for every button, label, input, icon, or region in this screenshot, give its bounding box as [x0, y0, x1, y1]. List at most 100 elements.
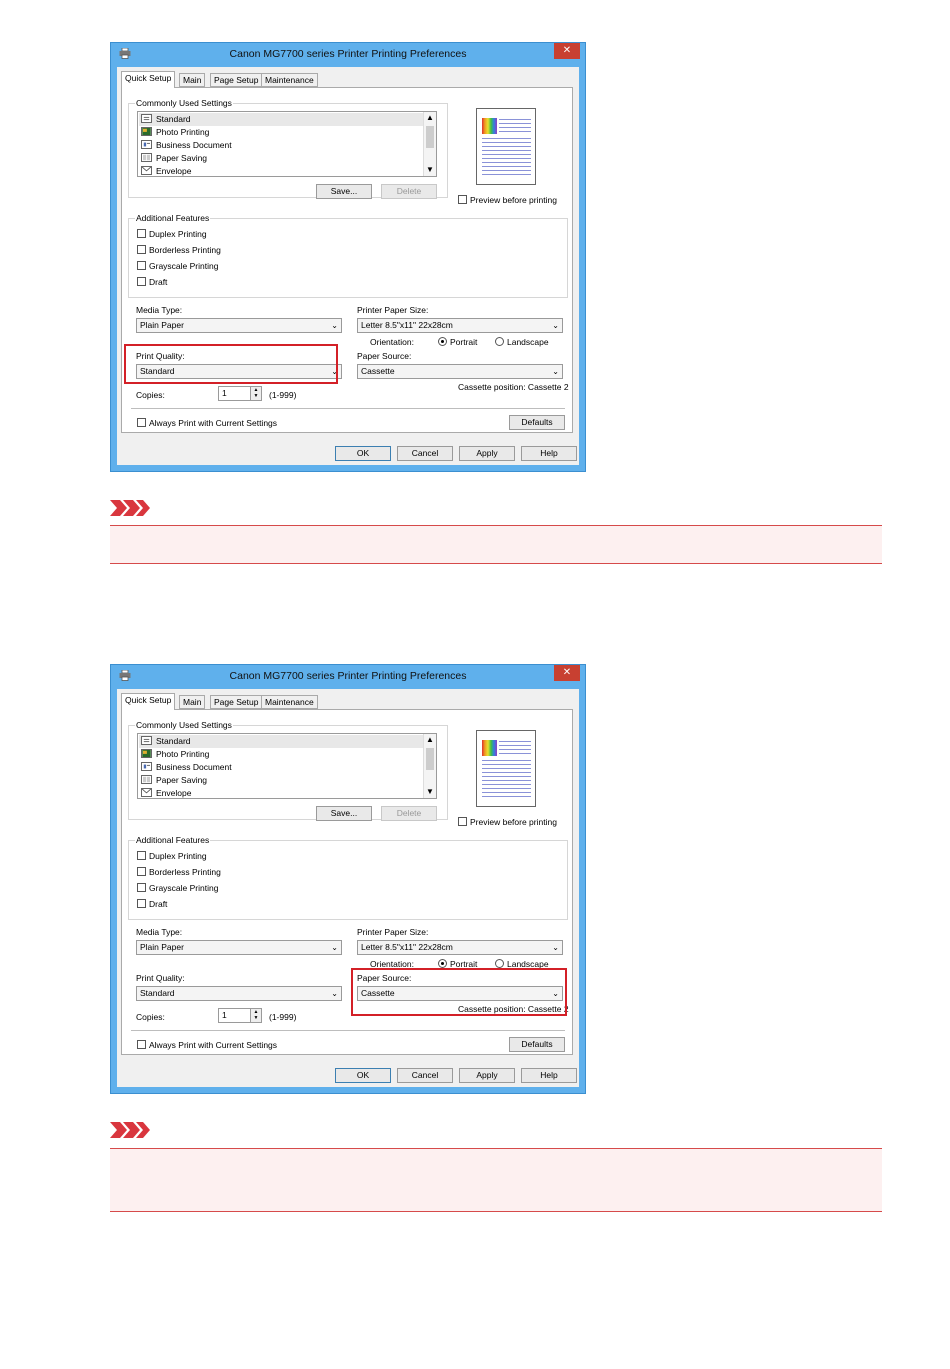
printing-preferences-dialog-2: Canon MG7700 series Printer Printing Pre… [110, 664, 586, 1094]
list-item[interactable]: Paper Saving [141, 152, 207, 165]
list-item[interactable]: Standard [139, 113, 424, 126]
apply-button[interactable]: Apply [459, 446, 515, 461]
scroll-down-arrow-icon[interactable]: ▼ [424, 164, 436, 176]
copies-stepper[interactable]: 1 ▲ ▼ [218, 1008, 262, 1023]
spin-arrows-icon: ▲ ▼ [250, 387, 261, 400]
help-button[interactable]: Help [521, 1068, 577, 1083]
cassette-position-text: Cassette position: Cassette 2 [458, 382, 569, 392]
scroll-down-arrow-icon[interactable]: ▼ [424, 786, 436, 798]
media-type-label: Media Type: [136, 305, 183, 315]
printer-paper-size-select[interactable]: Letter 8.5"x11" 22x28cm ⌄ [357, 940, 563, 955]
list-item[interactable]: Photo Printing [141, 748, 209, 761]
delete-button[interactable]: Delete [381, 184, 437, 199]
media-type-select[interactable]: Plain Paper ⌄ [136, 940, 342, 955]
scroll-up-arrow-icon[interactable]: ▲ [424, 734, 436, 746]
tab-maintenance[interactable]: Maintenance [261, 73, 318, 87]
tab-page-setup[interactable]: Page Setup [210, 695, 263, 709]
landscape-radio[interactable]: Landscape [495, 337, 549, 347]
preview-checkbox[interactable]: Preview before printing [458, 817, 557, 827]
ok-button[interactable]: OK [335, 1068, 391, 1083]
print-quality-highlight [124, 344, 338, 384]
always-print-checkbox[interactable]: Always Print with Current Settings [137, 418, 277, 428]
help-button[interactable]: Help [521, 446, 577, 461]
printer-paper-size-select[interactable]: Letter 8.5"x11" 22x28cm ⌄ [357, 318, 563, 333]
tab-page-setup[interactable]: Page Setup [210, 73, 263, 87]
checkbox-label: Duplex Printing [149, 229, 207, 239]
grayscale-printing-checkbox[interactable]: Grayscale Printing [137, 883, 218, 893]
scrollbar[interactable]: ▲ ▼ [423, 734, 436, 798]
dialog-title: Canon MG7700 series Printer Printing Pre… [229, 48, 467, 60]
list-item[interactable]: Photo Printing [141, 126, 209, 139]
paper-source-select[interactable]: Cassette ⌄ [357, 364, 563, 379]
checkbox-label: Borderless Printing [149, 867, 221, 877]
list-item[interactable]: Standard [139, 735, 424, 748]
borderless-printing-checkbox[interactable]: Borderless Printing [137, 867, 221, 877]
checkbox-label: Always Print with Current Settings [149, 418, 278, 428]
print-quality-label: Print Quality: [136, 973, 185, 983]
divider [131, 408, 565, 409]
print-quality-select[interactable]: Standard ⌄ [136, 986, 342, 1001]
save-button[interactable]: Save... [316, 806, 372, 821]
printer-paper-size-label: Printer Paper Size: [357, 927, 429, 937]
cancel-button[interactable]: Cancel [397, 446, 453, 461]
group-title: Commonly Used Settings [135, 720, 233, 730]
list-item[interactable]: Envelope [141, 787, 191, 798]
list-item[interactable]: Paper Saving [141, 774, 207, 787]
copies-label: Copies: [136, 1012, 165, 1022]
envelope-icon [141, 166, 152, 175]
list-item-label: Paper Saving [156, 775, 208, 785]
apply-button[interactable]: Apply [459, 1068, 515, 1083]
save-button[interactable]: Save... [316, 184, 372, 199]
delete-button[interactable]: Delete [381, 806, 437, 821]
cancel-button[interactable]: Cancel [397, 1068, 453, 1083]
title-bar[interactable]: Canon MG7700 series Printer Printing Pre… [111, 665, 585, 687]
always-print-checkbox[interactable]: Always Print with Current Settings [137, 1040, 277, 1050]
tab-main[interactable]: Main [179, 695, 206, 709]
borderless-printing-checkbox[interactable]: Borderless Printing [137, 245, 221, 255]
checkbox-label: Borderless Printing [149, 245, 221, 255]
radio-label: Portrait [450, 337, 478, 347]
scroll-thumb[interactable] [426, 126, 434, 148]
tab-main[interactable]: Main [179, 73, 206, 87]
duplex-printing-checkbox[interactable]: Duplex Printing [137, 851, 207, 861]
scroll-thumb[interactable] [426, 748, 434, 770]
scrollbar[interactable]: ▲ ▼ [423, 112, 436, 176]
defaults-button[interactable]: Defaults [509, 415, 565, 430]
list-item-label: Photo Printing [156, 127, 210, 137]
list-item[interactable]: Business Document [141, 139, 232, 152]
checkbox-label: Always Print with Current Settings [149, 1040, 278, 1050]
grayscale-printing-checkbox[interactable]: Grayscale Printing [137, 261, 218, 271]
settings-list[interactable]: Standard Photo Printing Business Documen… [137, 733, 437, 799]
list-item[interactable]: Envelope [141, 165, 191, 176]
preview-checkbox[interactable]: Preview before printing [458, 195, 557, 205]
checkbox-label: Grayscale Printing [149, 261, 219, 271]
draft-checkbox[interactable]: Draft [137, 277, 167, 287]
defaults-button[interactable]: Defaults [509, 1037, 565, 1052]
duplex-printing-checkbox[interactable]: Duplex Printing [137, 229, 207, 239]
draft-checkbox[interactable]: Draft [137, 899, 167, 909]
scroll-up-arrow-icon[interactable]: ▲ [424, 112, 436, 124]
chevron-down-icon: ⌄ [552, 367, 559, 376]
copies-stepper[interactable]: 1 ▲ ▼ [218, 386, 262, 401]
settings-list[interactable]: Standard Photo Printing Business Documen… [137, 111, 437, 177]
commonly-used-settings-group: Commonly Used Settings Standard Photo Pr… [128, 98, 448, 199]
list-item[interactable]: Business Document [141, 761, 232, 774]
checkbox-box[interactable] [458, 817, 467, 826]
tab-quick-setup[interactable]: Quick Setup [121, 71, 176, 88]
portrait-radio[interactable]: Portrait [438, 337, 477, 347]
list-item-label: Business Document [156, 762, 232, 772]
list-item-label: Paper Saving [156, 153, 208, 163]
tab-maintenance[interactable]: Maintenance [261, 695, 318, 709]
close-button[interactable]: ✕ [554, 665, 580, 681]
close-button[interactable]: ✕ [554, 43, 580, 59]
dialog-body: Quick Setup Main Page Setup Maintenance … [117, 689, 579, 1087]
checkbox-label: Draft [149, 899, 168, 909]
chevron-down-icon: ⌄ [331, 989, 338, 998]
media-type-select[interactable]: Plain Paper ⌄ [136, 318, 342, 333]
ok-button[interactable]: OK [335, 446, 391, 461]
checkbox-label: Preview before printing [470, 195, 557, 205]
checkbox-box[interactable] [458, 195, 467, 204]
paper-saving-icon [141, 775, 152, 784]
tab-quick-setup[interactable]: Quick Setup [121, 693, 176, 710]
title-bar[interactable]: Canon MG7700 series Printer Printing Pre… [111, 43, 585, 65]
